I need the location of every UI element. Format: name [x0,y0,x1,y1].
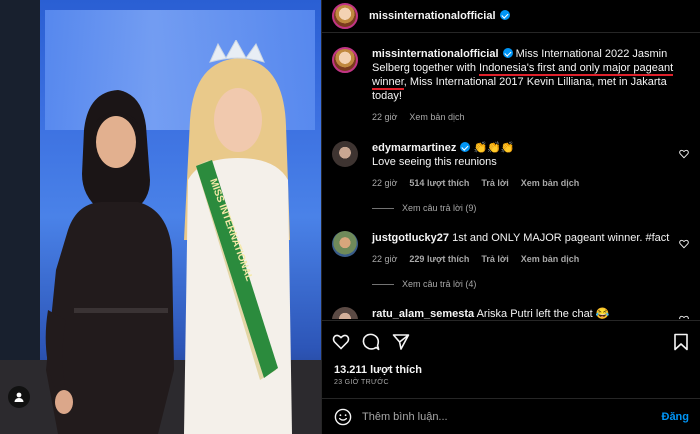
verified-badge-icon [460,142,471,152]
emoji-icon[interactable] [334,408,352,426]
replies-dash [372,283,394,285]
comment-emoji: 👏👏👏 [473,142,515,154]
comment-text: ratu_alam_semesta Ariska Putri left the … [372,307,671,319]
comment-message: Love seeing this reunions [372,156,497,168]
post-comment-button[interactable]: Đăng [662,411,690,423]
comment-likes[interactable]: 514 lượt thích [409,176,469,190]
comment-time[interactable]: 22 giờ [372,176,397,190]
author-username-text[interactable]: missinternationalofficial [369,10,496,22]
comment-meta: 22 giờ 229 lượt thích Trả lời Xem bản dị… [372,252,671,266]
replies-dash [372,207,394,209]
view-replies[interactable]: Xem câu trả lời (9) [372,203,476,213]
like-heart-icon[interactable] [679,149,689,159]
caption-translate-link[interactable]: Xem bản dịch [409,110,464,124]
caption-time[interactable]: 22 giờ [372,110,397,124]
share-icon[interactable] [392,333,410,351]
author-username[interactable]: missinternationalofficial [369,10,510,22]
comment-body: ratu_alam_semesta Ariska Putri left the … [372,307,671,319]
translate-link[interactable]: Xem bản dịch [521,252,580,266]
likes-count[interactable]: 13.211 lượt thích [334,364,422,376]
bookmark-icon[interactable] [673,333,689,351]
caption-text-end: , Miss International 2017 Kevin Lilliana… [372,76,667,102]
comments-list[interactable]: missinternationalofficial Miss Internati… [322,33,700,319]
like-heart-icon[interactable] [679,239,689,249]
translate-link[interactable]: Xem bản dịch [521,176,580,190]
comment-text: edymarmartinez 👏👏👏 Love seeing this reuni… [372,141,671,169]
like-heart-icon[interactable] [332,333,350,351]
comment-composer: Đăng [322,398,700,434]
reply-button[interactable]: Trả lời [481,252,508,266]
tagged-users-button[interactable] [8,386,30,408]
author-avatar[interactable] [332,3,358,29]
post-photo: MISS INTERNATIONAL [0,0,321,434]
post-dialog: MISS INTERNATIONAL missinternationaloffi… [0,0,700,434]
user-icon [14,392,24,402]
woman-with-crown: MISS INTERNATIONAL [184,40,292,434]
verified-badge-icon [502,48,513,58]
commenter-avatar[interactable] [332,231,358,257]
comment-message: 1st and ONLY MAJOR pageant winner. #fact [452,232,670,244]
comment-meta: 22 giờ 514 lượt thích Trả lời Xem bản dị… [372,176,671,190]
commenter-avatar[interactable] [332,307,358,319]
action-icons [332,333,410,351]
comment-username[interactable]: justgotlucky27 [372,232,449,244]
caption-text: missinternationalofficial Miss Internati… [372,47,687,103]
view-replies-label[interactable]: Xem câu trả lời (4) [402,279,476,289]
view-replies-label[interactable]: Xem câu trả lời (9) [402,203,476,213]
reply-button[interactable]: Trả lời [481,176,508,190]
comment-username[interactable]: ratu_alam_semesta [372,308,474,319]
comment-icon[interactable] [362,333,380,351]
post-header: missinternationalofficial [322,0,700,33]
comment-likes[interactable]: 229 lượt thích [409,252,469,266]
post-age[interactable]: 23 GIỜ TRƯỚC [334,379,389,386]
comment-time[interactable]: 22 giờ [372,252,397,266]
comment-text: justgotlucky27 1st and ONLY MAJOR pagean… [372,231,671,245]
caption-body: missinternationalofficial Miss Internati… [372,47,687,124]
comment-message: Ariska Putri left the chat 😂 [476,308,610,319]
post-side-panel: missinternationalofficial missinternatio… [321,0,700,434]
view-replies[interactable]: Xem câu trả lời (4) [372,279,476,289]
comment-body: edymarmartinez 👏👏👏 Love seeing this reuni… [372,141,671,190]
caption-username[interactable]: missinternationalofficial [372,48,499,60]
comment-body: justgotlucky27 1st and ONLY MAJOR pagean… [372,231,671,266]
commenter-avatar[interactable] [332,141,358,167]
caption-meta: 22 giờ Xem bản dịch [372,110,687,124]
caption-avatar[interactable] [332,47,358,73]
comment-username[interactable]: edymarmartinez [372,142,456,154]
woman-in-hijab [45,90,174,434]
comment-input[interactable] [362,410,662,423]
verified-badge-icon [499,10,510,20]
like-heart-icon[interactable] [679,315,689,319]
